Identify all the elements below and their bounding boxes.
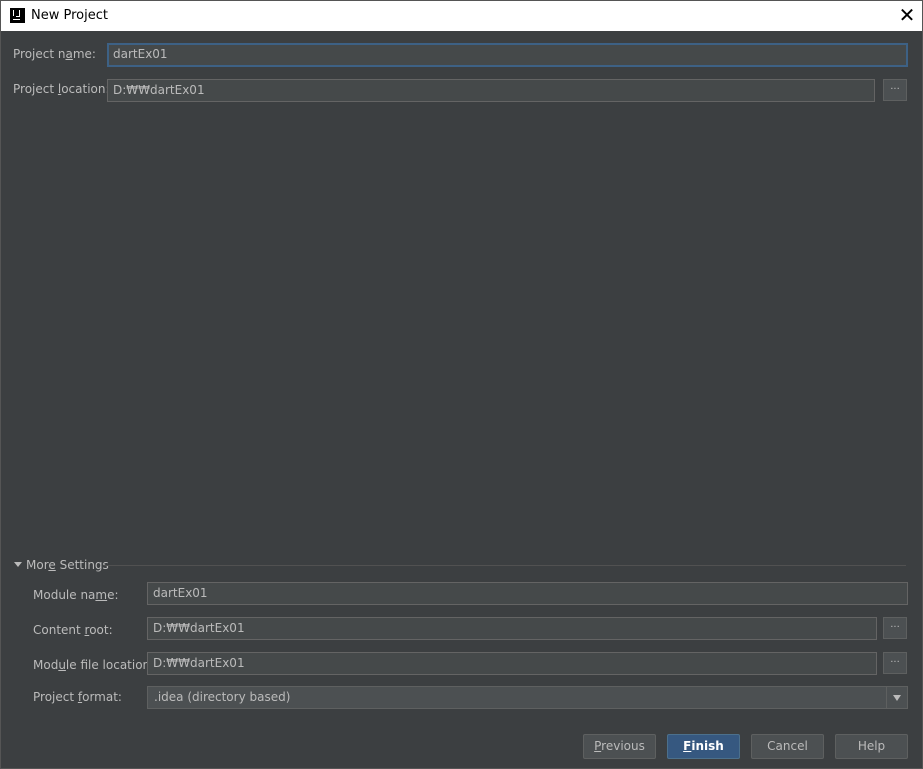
- dropdown-button[interactable]: [886, 687, 907, 708]
- chevron-down-icon: [893, 695, 901, 701]
- cancel-button[interactable]: Cancel: [751, 734, 824, 759]
- content-root-label: Content root:: [33, 623, 113, 637]
- module-file-location-label: Module file location:: [33, 658, 155, 672]
- content-root-input[interactable]: D:₩₩dartEx01: [147, 617, 877, 640]
- previous-button[interactable]: Previous: [583, 734, 656, 759]
- module-file-location-browse-button[interactable]: ...: [883, 652, 907, 674]
- content-root-browse-button[interactable]: ...: [883, 617, 907, 639]
- module-name-input[interactable]: dartEx01: [147, 582, 908, 605]
- title-bar: New Project ✕: [1, 1, 922, 31]
- section-divider: [104, 565, 906, 566]
- project-location-browse-button[interactable]: ...: [883, 79, 907, 101]
- triangle-down-icon: [14, 562, 22, 567]
- project-name-label: Project name:: [13, 47, 96, 61]
- close-icon: ✕: [898, 3, 916, 27]
- help-button[interactable]: Help: [835, 734, 908, 759]
- project-format-value: .idea (directory based): [154, 690, 291, 704]
- close-button[interactable]: ✕: [892, 1, 922, 31]
- new-project-dialog: New Project ✕ Project name: dartEx01 Pro…: [0, 0, 923, 769]
- project-location-input[interactable]: D:₩₩dartEx01: [107, 79, 875, 102]
- intellij-icon: [10, 8, 25, 23]
- project-name-input[interactable]: dartEx01: [107, 43, 908, 67]
- more-settings-toggle[interactable]: More Settings: [14, 558, 109, 572]
- project-location-label: Project location:: [13, 82, 110, 96]
- project-format-label: Project format:: [33, 690, 122, 704]
- module-file-location-input[interactable]: D:₩₩dartEx01: [147, 652, 877, 675]
- finish-button[interactable]: Finish: [667, 734, 740, 759]
- project-format-select[interactable]: .idea (directory based): [147, 686, 908, 709]
- module-name-label: Module name:: [33, 588, 119, 602]
- dialog-title: New Project: [31, 8, 108, 23]
